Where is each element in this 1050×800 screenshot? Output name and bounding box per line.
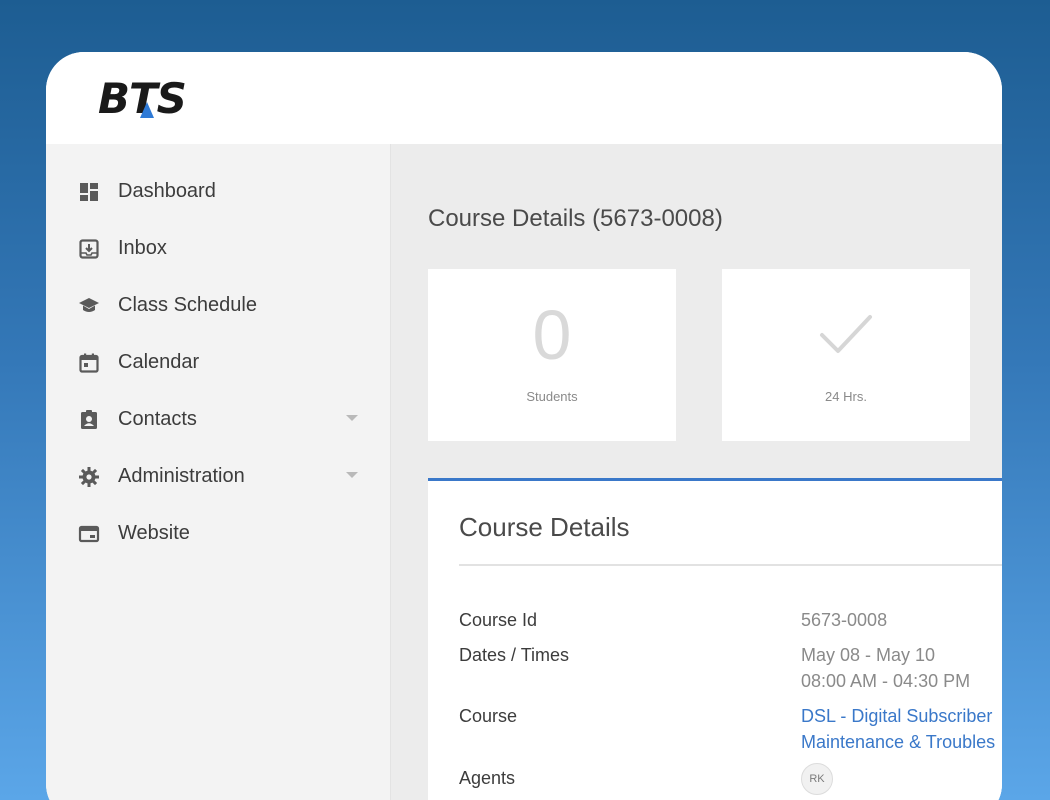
checkmark-icon [820,315,872,353]
sidebar-item-website[interactable]: Website [46,511,390,555]
sidebar-item-administration[interactable]: Administration [46,454,390,498]
hours-stat-card[interactable]: 24 Hrs. [722,269,970,441]
logo-accent-mark [140,102,154,118]
sidebar: Dashboard Inbox Class Schedule Calendar … [46,144,391,800]
agent-avatar[interactable]: RK [801,763,833,795]
course-link-line-2[interactable]: Maintenance & Troubles [801,729,995,755]
sidebar-item-class-schedule[interactable]: Class Schedule [46,283,390,327]
sidebar-item-contacts[interactable]: Contacts [46,397,390,441]
times-value: 08:00 AM - 04:30 PM [801,671,971,691]
browser-window-icon [78,525,100,543]
contact-card-icon [81,410,97,429]
course-id-label: Course Id [459,610,538,630]
page-title: Course Details (5673-0008) [428,205,723,232]
dashboard-icon [80,183,98,201]
course-link-line-1[interactable]: DSL - Digital Subscriber [801,703,992,729]
course-details-card: Course Details Course Id 5673-0008 Dates… [428,478,1002,800]
gear-icon [79,467,99,487]
students-stat-card[interactable]: 0 Students [428,269,676,441]
bts-logo[interactable]: BTS [98,74,218,124]
dates-times-label: Dates / Times [459,645,570,665]
inbox-icon [79,239,99,259]
sidebar-item-inbox[interactable]: Inbox [46,226,390,270]
sidebar-item-label: Dashboard [118,180,216,202]
graduation-cap-icon [79,298,99,312]
students-count: 0 [532,296,572,374]
course-id-value: 5673-0008 [801,610,888,630]
students-label: Students [526,389,578,404]
chevron-down-icon[interactable] [346,415,358,421]
agents-label: Agents [459,768,516,788]
sidebar-item-dashboard[interactable]: Dashboard [46,169,390,213]
hours-label: 24 Hrs. [825,389,867,404]
calendar-icon [79,353,99,373]
sidebar-item-label: Calendar [118,351,200,373]
top-bar: BTS [46,52,1002,144]
sidebar-item-label: Class Schedule [118,294,257,316]
sidebar-item-label: Administration [118,465,245,487]
app-window: BTS Dashboard Inbox Class Schedule Calen… [46,52,1002,800]
divider [459,564,1002,566]
sidebar-item-label: Inbox [118,237,167,259]
course-details-heading: Course Details [459,512,630,542]
main-content: Course Details (5673-0008) 0 Students 24… [391,144,1002,800]
sidebar-item-label: Contacts [118,408,197,430]
dates-value: May 08 - May 10 [801,645,936,665]
sidebar-item-label: Website [118,522,190,544]
sidebar-item-calendar[interactable]: Calendar [46,340,390,384]
course-label: Course [459,706,518,726]
chevron-down-icon[interactable] [346,472,358,478]
